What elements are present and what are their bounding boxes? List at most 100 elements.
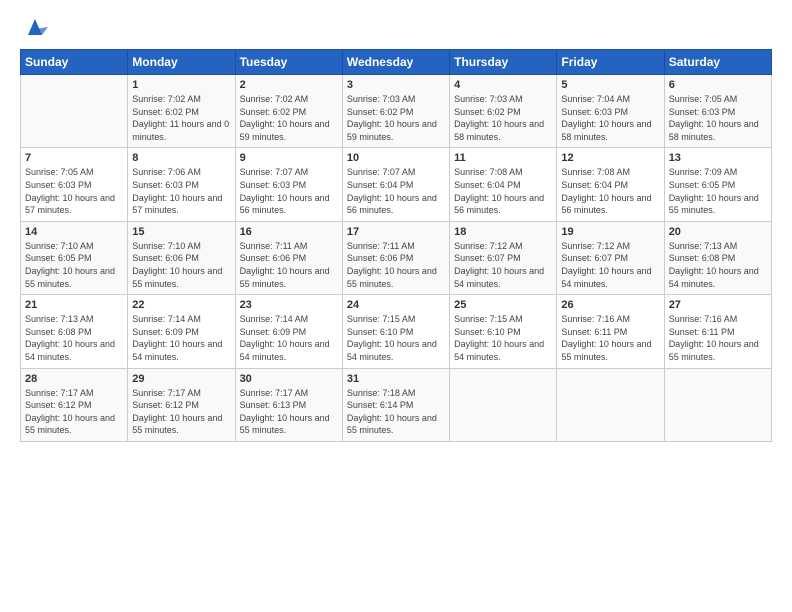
- calendar-cell: 28 Sunrise: 7:17 AM Sunset: 6:12 PM Dayli…: [21, 368, 128, 441]
- day-info: Sunrise: 7:17 AM Sunset: 6:12 PM Dayligh…: [132, 387, 230, 437]
- day-info: Sunrise: 7:17 AM Sunset: 6:12 PM Dayligh…: [25, 387, 123, 437]
- calendar-cell: 8 Sunrise: 7:06 AM Sunset: 6:03 PM Daylig…: [128, 148, 235, 221]
- calendar-cell: 25Sunrise: 7:15 AM Sunset: 6:10 PM Dayli…: [450, 295, 557, 368]
- calendar-cell: 27Sunrise: 7:16 AM Sunset: 6:11 PM Dayli…: [664, 295, 771, 368]
- day-number: 26: [561, 299, 659, 311]
- day-number: 15: [132, 226, 230, 238]
- day-info: Sunrise: 7:10 AM Sunset: 6:06 PM Dayligh…: [132, 240, 230, 290]
- weekday-header-row: SundayMondayTuesdayWednesdayThursdayFrid…: [21, 50, 772, 75]
- day-number: 28: [25, 373, 123, 385]
- week-row-5: 28 Sunrise: 7:17 AM Sunset: 6:12 PM Dayli…: [21, 368, 772, 441]
- day-number: 12: [561, 152, 659, 164]
- day-info: Sunrise: 7:17 AM Sunset: 6:13 PM Dayligh…: [240, 387, 338, 437]
- day-number: 4: [454, 79, 552, 91]
- calendar-cell: 12 Sunrise: 7:08 AM Sunset: 6:04 PM Dayli…: [557, 148, 664, 221]
- day-number: 7: [25, 152, 123, 164]
- day-number: 17: [347, 226, 445, 238]
- day-number: 19: [561, 226, 659, 238]
- day-info: Sunrise: 7:15 AM Sunset: 6:10 PM Dayligh…: [347, 313, 445, 363]
- day-number: 22: [132, 299, 230, 311]
- day-number: 5: [561, 79, 659, 91]
- day-info: Sunrise: 7:06 AM Sunset: 6:03 PM Dayligh…: [132, 166, 230, 216]
- day-number: 30: [240, 373, 338, 385]
- calendar-cell: [21, 75, 128, 148]
- day-info: Sunrise: 7:02 AM Sunset: 6:02 PM Dayligh…: [132, 93, 230, 143]
- calendar-cell: 26 Sunrise: 7:16 AM Sunset: 6:11 PM Dayli…: [557, 295, 664, 368]
- day-info: Sunrise: 7:10 AM Sunset: 6:05 PM Dayligh…: [25, 240, 123, 290]
- day-info: Sunrise: 7:15 AM Sunset: 6:10 PM Dayligh…: [454, 313, 552, 363]
- day-info: Sunrise: 7:09 AM Sunset: 6:05 PM Dayligh…: [669, 166, 767, 216]
- day-info: Sunrise: 7:04 AM Sunset: 6:03 PM Dayligh…: [561, 93, 659, 143]
- calendar-cell: [664, 368, 771, 441]
- day-number: 3: [347, 79, 445, 91]
- day-number: 11: [454, 152, 552, 164]
- calendar-cell: 7 Sunrise: 7:05 AM Sunset: 6:03 PM Daylig…: [21, 148, 128, 221]
- day-info: Sunrise: 7:11 AM Sunset: 6:06 PM Dayligh…: [347, 240, 445, 290]
- calendar-cell: 1 Sunrise: 7:02 AM Sunset: 6:02 PM Daylig…: [128, 75, 235, 148]
- day-number: 8: [132, 152, 230, 164]
- weekday-header-tuesday: Tuesday: [235, 50, 342, 75]
- day-info: Sunrise: 7:08 AM Sunset: 6:04 PM Dayligh…: [454, 166, 552, 216]
- calendar-cell: 11 Sunrise: 7:08 AM Sunset: 6:04 PM Dayli…: [450, 148, 557, 221]
- calendar-cell: 19 Sunrise: 7:12 AM Sunset: 6:07 PM Dayli…: [557, 221, 664, 294]
- day-info: Sunrise: 7:12 AM Sunset: 6:07 PM Dayligh…: [454, 240, 552, 290]
- day-info: Sunrise: 7:11 AM Sunset: 6:06 PM Dayligh…: [240, 240, 338, 290]
- day-number: 14: [25, 226, 123, 238]
- calendar-cell: 24 Sunrise: 7:15 AM Sunset: 6:10 PM Dayli…: [342, 295, 449, 368]
- day-info: Sunrise: 7:12 AM Sunset: 6:07 PM Dayligh…: [561, 240, 659, 290]
- main-container: SundayMondayTuesdayWednesdayThursdayFrid…: [0, 0, 792, 452]
- day-number: 24: [347, 299, 445, 311]
- day-info: Sunrise: 7:16 AM Sunset: 6:11 PM Dayligh…: [561, 313, 659, 363]
- day-info: Sunrise: 7:18 AM Sunset: 6:14 PM Dayligh…: [347, 387, 445, 437]
- day-number: 21: [25, 299, 123, 311]
- calendar-cell: 6Sunrise: 7:05 AM Sunset: 6:03 PM Daylig…: [664, 75, 771, 148]
- calendar-cell: 13 Sunrise: 7:09 AM Sunset: 6:05 PM Dayli…: [664, 148, 771, 221]
- logo-icon: [22, 15, 48, 41]
- day-info: Sunrise: 7:02 AM Sunset: 6:02 PM Dayligh…: [240, 93, 338, 143]
- calendar-cell: 5 Sunrise: 7:04 AM Sunset: 6:03 PM Daylig…: [557, 75, 664, 148]
- weekday-header-monday: Monday: [128, 50, 235, 75]
- day-info: Sunrise: 7:07 AM Sunset: 6:03 PM Dayligh…: [240, 166, 338, 216]
- weekday-header-friday: Friday: [557, 50, 664, 75]
- day-info: Sunrise: 7:13 AM Sunset: 6:08 PM Dayligh…: [25, 313, 123, 363]
- day-number: 2: [240, 79, 338, 91]
- logo: [20, 15, 48, 41]
- calendar-cell: 15 Sunrise: 7:10 AM Sunset: 6:06 PM Dayli…: [128, 221, 235, 294]
- day-number: 1: [132, 79, 230, 91]
- weekday-header-thursday: Thursday: [450, 50, 557, 75]
- day-number: 16: [240, 226, 338, 238]
- calendar-cell: 2 Sunrise: 7:02 AM Sunset: 6:02 PM Daylig…: [235, 75, 342, 148]
- calendar-cell: 4 Sunrise: 7:03 AM Sunset: 6:02 PM Daylig…: [450, 75, 557, 148]
- weekday-header-wednesday: Wednesday: [342, 50, 449, 75]
- weekday-header-sunday: Sunday: [21, 50, 128, 75]
- calendar-table: SundayMondayTuesdayWednesdayThursdayFrid…: [20, 49, 772, 442]
- calendar-cell: 31Sunrise: 7:18 AM Sunset: 6:14 PM Dayli…: [342, 368, 449, 441]
- calendar-cell: 29Sunrise: 7:17 AM Sunset: 6:12 PM Dayli…: [128, 368, 235, 441]
- week-row-2: 7 Sunrise: 7:05 AM Sunset: 6:03 PM Daylig…: [21, 148, 772, 221]
- calendar-cell: 14 Sunrise: 7:10 AM Sunset: 6:05 PM Dayli…: [21, 221, 128, 294]
- day-number: 9: [240, 152, 338, 164]
- day-number: 18: [454, 226, 552, 238]
- calendar-cell: [450, 368, 557, 441]
- day-info: Sunrise: 7:14 AM Sunset: 6:09 PM Dayligh…: [132, 313, 230, 363]
- day-number: 23: [240, 299, 338, 311]
- day-info: Sunrise: 7:03 AM Sunset: 6:02 PM Dayligh…: [454, 93, 552, 143]
- calendar-cell: 18 Sunrise: 7:12 AM Sunset: 6:07 PM Dayli…: [450, 221, 557, 294]
- calendar-cell: [557, 368, 664, 441]
- week-row-4: 21 Sunrise: 7:13 AM Sunset: 6:08 PM Dayli…: [21, 295, 772, 368]
- weekday-header-saturday: Saturday: [664, 50, 771, 75]
- day-number: 10: [347, 152, 445, 164]
- calendar-cell: 16 Sunrise: 7:11 AM Sunset: 6:06 PM Dayli…: [235, 221, 342, 294]
- day-info: Sunrise: 7:07 AM Sunset: 6:04 PM Dayligh…: [347, 166, 445, 216]
- day-info: Sunrise: 7:14 AM Sunset: 6:09 PM Dayligh…: [240, 313, 338, 363]
- day-info: Sunrise: 7:05 AM Sunset: 6:03 PM Dayligh…: [25, 166, 123, 216]
- calendar-cell: 9 Sunrise: 7:07 AM Sunset: 6:03 PM Daylig…: [235, 148, 342, 221]
- day-number: 20: [669, 226, 767, 238]
- calendar-cell: 30 Sunrise: 7:17 AM Sunset: 6:13 PM Dayli…: [235, 368, 342, 441]
- calendar-cell: 22 Sunrise: 7:14 AM Sunset: 6:09 PM Dayli…: [128, 295, 235, 368]
- calendar-cell: 17 Sunrise: 7:11 AM Sunset: 6:06 PM Dayli…: [342, 221, 449, 294]
- day-number: 6: [669, 79, 767, 91]
- day-number: 13: [669, 152, 767, 164]
- day-info: Sunrise: 7:08 AM Sunset: 6:04 PM Dayligh…: [561, 166, 659, 216]
- calendar-cell: 23 Sunrise: 7:14 AM Sunset: 6:09 PM Dayli…: [235, 295, 342, 368]
